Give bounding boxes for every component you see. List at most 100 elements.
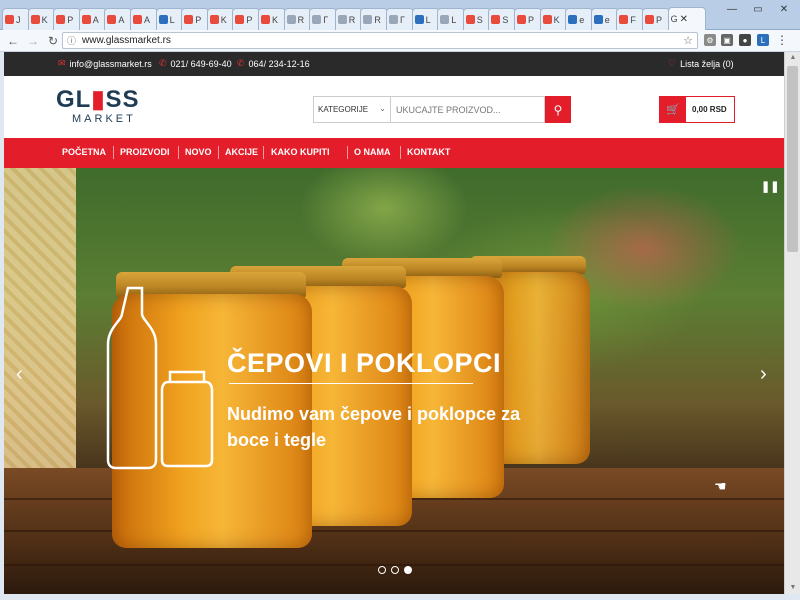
wishlist-link[interactable]: ♡ Lista želja (0) bbox=[668, 58, 734, 69]
close-tab-icon[interactable]: ✕ bbox=[680, 14, 688, 25]
browser-tab[interactable]: P bbox=[181, 8, 210, 30]
slider-dot[interactable] bbox=[391, 566, 399, 574]
browser-tab[interactable]: S bbox=[462, 8, 491, 30]
tab-label: R bbox=[374, 14, 381, 25]
browser-tab[interactable]: e bbox=[590, 8, 619, 30]
tab-favicon-icon bbox=[517, 15, 526, 24]
tab-label: K bbox=[272, 14, 279, 25]
category-select[interactable]: KATEGORIJE ⌄ bbox=[313, 96, 391, 123]
hero-subtitle: Nudimo vam čepove i poklopce za boce i t… bbox=[227, 404, 521, 450]
extension-icon[interactable]: ⚙ bbox=[704, 34, 716, 46]
browser-tab[interactable]: L bbox=[411, 8, 440, 30]
slider-dot[interactable] bbox=[378, 566, 386, 574]
logo-subtitle: MARKET bbox=[72, 113, 136, 125]
browser-tab[interactable]: R bbox=[283, 8, 312, 30]
nav-item-kako-kupiti[interactable]: KAKO KUPITI bbox=[271, 147, 330, 157]
tab-label: A bbox=[92, 14, 99, 25]
browser-tab[interactable]: K bbox=[206, 8, 235, 30]
browser-tab[interactable]: e bbox=[565, 8, 594, 30]
nav-item-o-nama[interactable]: O NAMA bbox=[354, 147, 391, 157]
tab-label: L bbox=[451, 14, 457, 25]
close-window-button[interactable]: ✕ bbox=[771, 0, 797, 18]
tab-favicon-icon bbox=[209, 15, 219, 24]
heart-icon: ♡ bbox=[668, 58, 677, 68]
browser-tab[interactable]: A bbox=[78, 8, 107, 30]
search-input[interactable]: UKUCAJTE PROIZVOD... bbox=[391, 96, 545, 123]
tab-favicon-icon bbox=[337, 15, 347, 24]
email-link[interactable]: ✉ info@glassmarket.rs bbox=[58, 58, 152, 69]
back-icon[interactable]: ← bbox=[6, 34, 20, 48]
browser-tab[interactable]: A bbox=[104, 8, 133, 30]
nav-item-kontakt[interactable]: KONTAKT bbox=[407, 147, 450, 157]
extension-icon[interactable]: ▣ bbox=[721, 34, 733, 46]
slider-pause-icon[interactable]: ❚❚ bbox=[761, 180, 779, 193]
browser-tab-active[interactable]: G ✕ bbox=[667, 7, 706, 30]
tab-label: K bbox=[553, 14, 560, 25]
browser-tab[interactable]: J bbox=[2, 8, 30, 30]
slider-prev-arrow-icon[interactable]: ‹ bbox=[16, 363, 23, 386]
nav-item-novo[interactable]: NOVO bbox=[185, 147, 212, 157]
tab-label: J bbox=[16, 14, 21, 25]
taskbar-strip bbox=[0, 594, 800, 600]
tab-favicon-icon bbox=[286, 15, 296, 24]
reload-icon[interactable]: ↻ bbox=[46, 34, 60, 48]
bookmark-star-icon[interactable]: ☆ bbox=[683, 34, 693, 47]
browser-tab[interactable]: R bbox=[334, 8, 363, 30]
browser-tab[interactable]: Γ bbox=[309, 8, 338, 30]
browser-tab[interactable]: L bbox=[155, 8, 184, 30]
tab-favicon-icon bbox=[389, 15, 398, 24]
browser-tab[interactable]: K bbox=[27, 8, 56, 30]
extension-icon[interactable]: L bbox=[757, 34, 769, 46]
minimize-button[interactable]: — bbox=[719, 0, 745, 18]
tab-label: A bbox=[144, 14, 151, 25]
tab-favicon-icon bbox=[593, 15, 603, 24]
mobile-link[interactable]: ✆ 064/ 234-12-16 bbox=[237, 58, 310, 69]
scroll-up-icon[interactable]: ▲ bbox=[785, 52, 800, 64]
scroll-thumb[interactable] bbox=[787, 66, 798, 252]
tab-label: K bbox=[220, 14, 227, 25]
slider-next-arrow-icon[interactable]: › bbox=[760, 363, 767, 386]
tab-label: L bbox=[169, 14, 175, 25]
logo-text: GL bbox=[56, 86, 92, 113]
tab-label: G bbox=[670, 14, 678, 24]
nav-item-pocetna[interactable]: POČETNA bbox=[62, 147, 106, 157]
maximize-button[interactable]: ▭ bbox=[745, 0, 771, 18]
tab-favicon-icon bbox=[363, 15, 373, 24]
tab-label: R bbox=[348, 14, 356, 25]
category-label: KATEGORIJE bbox=[318, 105, 369, 114]
cart-total: 0,00 RSD bbox=[692, 105, 727, 114]
browser-tab[interactable]: Γ bbox=[386, 8, 414, 30]
search-button[interactable]: ⚲ bbox=[545, 96, 571, 123]
slider-dot[interactable] bbox=[404, 566, 412, 574]
browser-tab[interactable]: A bbox=[130, 8, 158, 30]
extension-icon[interactable]: ● bbox=[739, 34, 751, 46]
browser-tab[interactable]: P bbox=[514, 8, 542, 30]
browser-tab[interactable]: F bbox=[616, 8, 645, 30]
page-scrollbar[interactable]: ▲ ▼ bbox=[784, 52, 800, 594]
menu-icon[interactable]: ⋮ bbox=[776, 33, 788, 47]
phone-link[interactable]: ✆ 021/ 649-69-40 bbox=[159, 58, 232, 69]
scroll-down-icon[interactable]: ▼ bbox=[785, 582, 800, 594]
tab-favicon-icon bbox=[312, 15, 322, 24]
tab-strip: — ▭ ✕ JKPAAALPKPKRΓRRΓLLSSPKeeFPG ✕ bbox=[0, 0, 800, 30]
browser-tab[interactable]: R bbox=[360, 8, 389, 30]
forward-icon[interactable]: → bbox=[26, 34, 40, 48]
info-icon[interactable]: ⓘ bbox=[67, 34, 76, 47]
cart-button[interactable]: 🛒 0,00 RSD bbox=[659, 96, 735, 123]
tab-label: K bbox=[41, 14, 48, 25]
browser-tab[interactable]: P bbox=[232, 8, 261, 30]
browser-tab[interactable]: K bbox=[539, 8, 568, 30]
browser-tab[interactable]: S bbox=[488, 8, 517, 30]
hand-cursor-icon: ☚ bbox=[714, 478, 727, 494]
browser-tab[interactable]: P bbox=[53, 8, 82, 30]
browser-tab[interactable]: L bbox=[437, 8, 466, 30]
hero-slider[interactable]: ČEPOVI I POKLOPCI Nudimo vam čepove i po… bbox=[4, 168, 784, 594]
site-logo[interactable]: GL▮SS MARKET bbox=[56, 86, 140, 126]
address-bar[interactable]: ⓘ www.glassmarket.rs ☆ bbox=[62, 32, 698, 49]
browser-tab[interactable]: K bbox=[258, 8, 286, 30]
hero-divider bbox=[229, 383, 473, 384]
nav-item-proizvodi[interactable]: PROIZVODI bbox=[120, 147, 170, 157]
nav-item-akcije[interactable]: AKCIJE bbox=[225, 147, 258, 157]
browser-tab[interactable]: P bbox=[642, 8, 670, 30]
nav-divider bbox=[178, 146, 179, 159]
